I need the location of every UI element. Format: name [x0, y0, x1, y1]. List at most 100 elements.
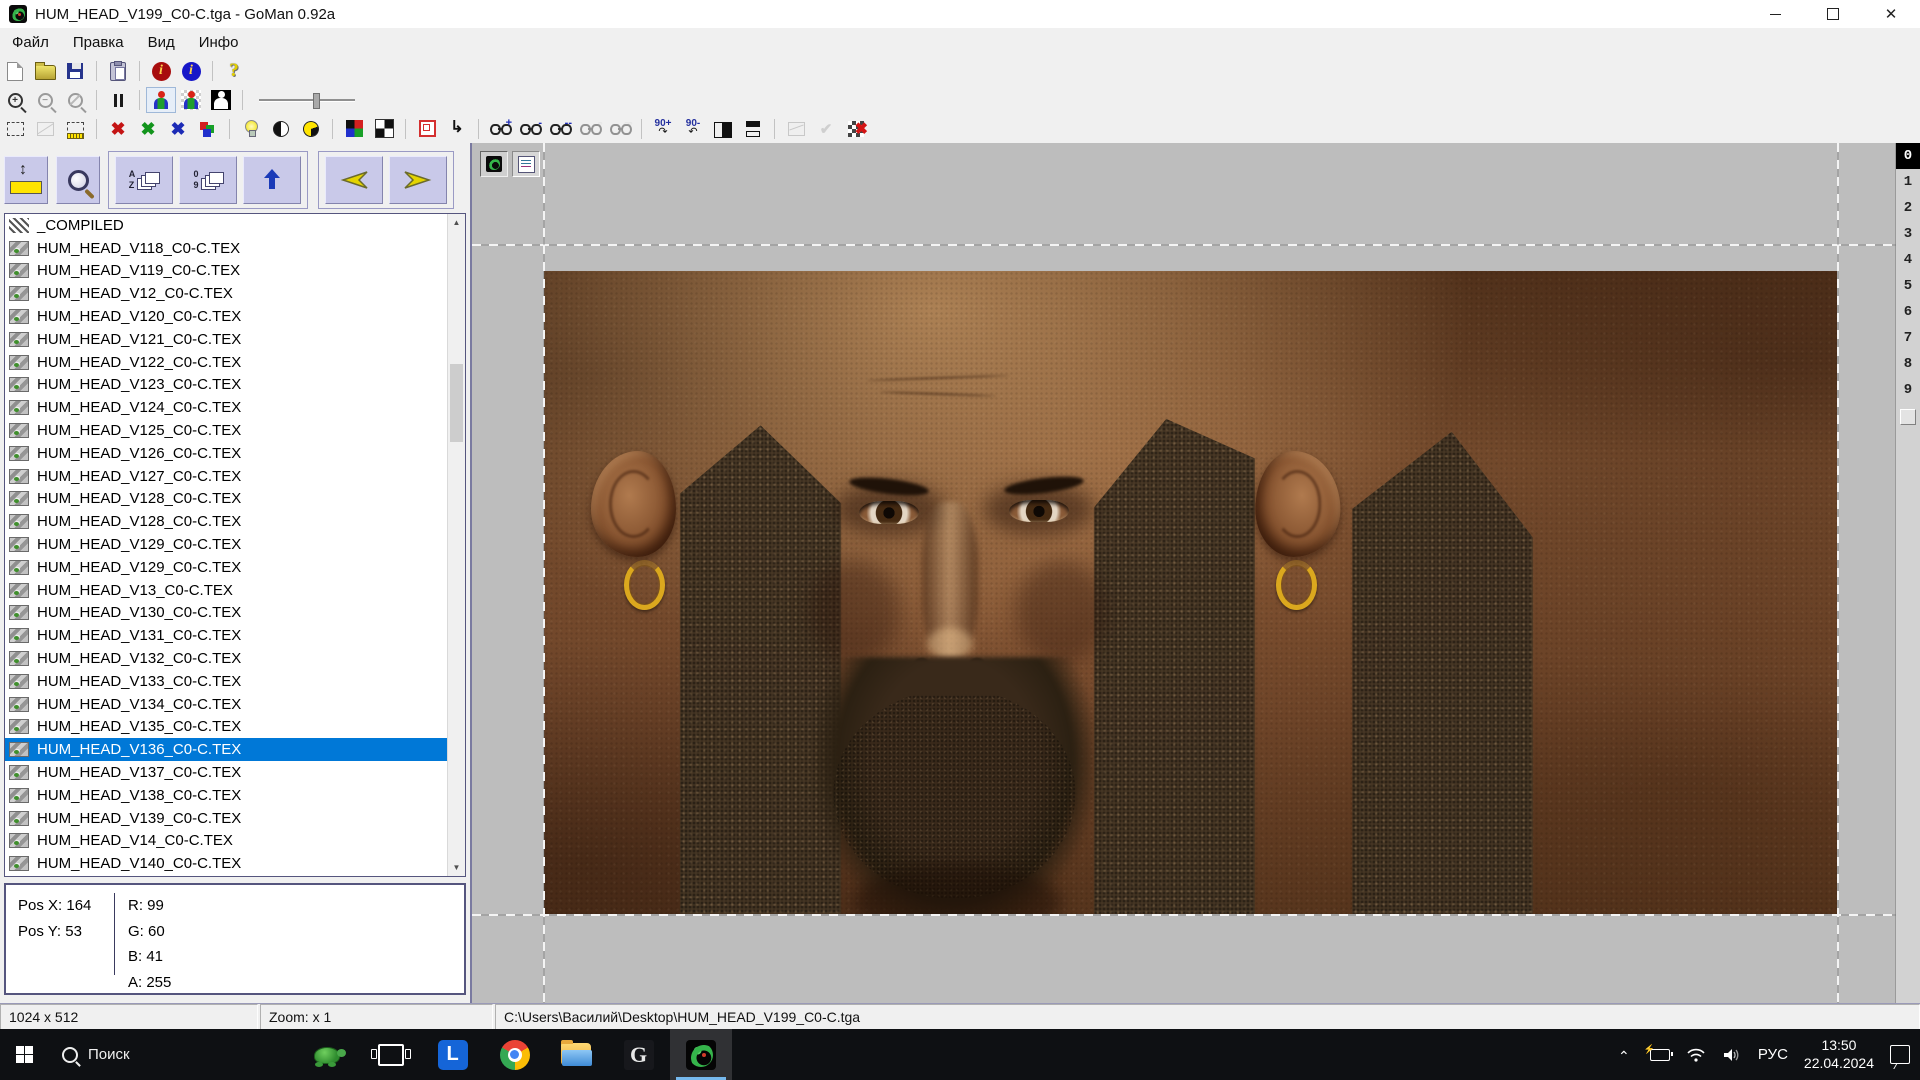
view-alpha-blend-button[interactable] [177, 88, 205, 112]
mirror-horizontal-button[interactable] [709, 117, 737, 141]
delete-red-channel-button[interactable]: ✖ [104, 117, 132, 141]
list-item[interactable]: HUM_HEAD_V122_C0-C.TEX [5, 351, 448, 374]
taskbar-app-turtle[interactable] [298, 1029, 360, 1080]
mip-level-7[interactable]: 7 [1896, 325, 1920, 351]
menu-edit[interactable]: Правка [61, 30, 136, 55]
list-item[interactable]: HUM_HEAD_V128_C0-C.TEX [5, 510, 448, 533]
tab-info-view[interactable] [512, 151, 540, 177]
taskbar-app-goman[interactable] [670, 1029, 732, 1080]
brightness-button[interactable] [237, 117, 265, 141]
menu-file[interactable]: Файл [0, 30, 61, 55]
mip-level-5[interactable]: 5 [1896, 273, 1920, 299]
start-button[interactable] [0, 1029, 48, 1080]
move-up-button[interactable] [243, 156, 301, 204]
minimize-button[interactable] [1746, 0, 1804, 28]
next-texture-button[interactable] [389, 156, 447, 204]
action-center-button[interactable] [1890, 1045, 1910, 1065]
list-item[interactable]: HUM_HEAD_V119_C0-C.TEX [5, 260, 448, 283]
info-blue-button[interactable]: i [177, 59, 205, 83]
list-item[interactable]: HUM_HEAD_V123_C0-C.TEX [5, 374, 448, 397]
taskbar-search[interactable]: Поиск [48, 1029, 148, 1080]
zoom-in-button[interactable]: + [1, 88, 29, 112]
taskbar-task-view[interactable] [360, 1029, 422, 1080]
texture-preview[interactable] [544, 271, 1837, 914]
mip-level-2[interactable]: 2 [1896, 195, 1920, 221]
taskbar-file-explorer[interactable] [546, 1029, 608, 1080]
taskbar-clock[interactable]: 13:50 22.04.2024 [1804, 1037, 1874, 1072]
list-item[interactable]: HUM_HEAD_V13_C0-C.TEX [5, 579, 448, 602]
sort-numeric-button[interactable]: 09 [179, 156, 237, 204]
select-ruler-button[interactable] [61, 117, 89, 141]
contrast-button[interactable] [267, 117, 295, 141]
list-item[interactable]: HUM_HEAD_V129_C0-C.TEX [5, 533, 448, 556]
list-item[interactable]: HUM_HEAD_V125_C0-C.TEX [5, 419, 448, 442]
close-button[interactable]: ✕ [1862, 0, 1920, 28]
list-item-selected[interactable]: HUM_HEAD_V136_C0-C.TEX [5, 738, 448, 761]
list-item[interactable]: HUM_HEAD_V124_C0-C.TEX [5, 396, 448, 419]
mip-remove-button[interactable]: - [516, 117, 544, 141]
info-red-button[interactable]: i [147, 59, 175, 83]
rotate-ccw-button[interactable]: 90-↶ [679, 117, 707, 141]
mip-add-button[interactable]: + [486, 117, 514, 141]
open-file-button[interactable] [31, 59, 59, 83]
volume-status[interactable] [1722, 1045, 1742, 1065]
alpha-slider[interactable] [259, 93, 355, 107]
folder-header-row[interactable]: _COMPILED [5, 214, 448, 237]
previous-texture-button[interactable] [325, 156, 383, 204]
delete-blue-channel-button[interactable]: ✖ [164, 117, 192, 141]
list-item[interactable]: HUM_HEAD_V127_C0-C.TEX [5, 465, 448, 488]
list-item[interactable]: HUM_HEAD_V130_C0-C.TEX [5, 602, 448, 625]
list-item[interactable]: HUM_HEAD_V14_C0-C.TEX [5, 830, 448, 853]
resize-button[interactable] [4, 156, 48, 204]
maximize-button[interactable] [1804, 0, 1862, 28]
select-rect-button[interactable] [1, 117, 29, 141]
gamma-button[interactable] [297, 117, 325, 141]
rotate-cw-button[interactable]: 90+↷ [649, 117, 677, 141]
list-item[interactable]: HUM_HEAD_V132_C0-C.TEX [5, 647, 448, 670]
battery-status[interactable] [1650, 1045, 1670, 1065]
channels-button[interactable] [194, 117, 222, 141]
list-item[interactable]: HUM_HEAD_V12_C0-C.TEX [5, 282, 448, 305]
list-item[interactable]: HUM_HEAD_V138_C0-C.TEX [5, 784, 448, 807]
invert-bw-button[interactable] [370, 117, 398, 141]
network-status[interactable] [1686, 1045, 1706, 1065]
file-list-scrollbar[interactable]: ▲ ▼ [447, 214, 465, 876]
list-item[interactable]: HUM_HEAD_V126_C0-C.TEX [5, 442, 448, 465]
list-item[interactable]: HUM_HEAD_V128_C0-C.TEX [5, 488, 448, 511]
list-item[interactable]: HUM_HEAD_V135_C0-C.TEX [5, 716, 448, 739]
pause-button[interactable] [104, 88, 132, 112]
sort-az-button[interactable]: AZ [115, 156, 173, 204]
list-item[interactable]: HUM_HEAD_V120_C0-C.TEX [5, 305, 448, 328]
list-item[interactable]: HUM_HEAD_V121_C0-C.TEX [5, 328, 448, 351]
menu-view[interactable]: Вид [136, 30, 187, 55]
mip-remove-all-button[interactable]: -- [546, 117, 574, 141]
delete-green-channel-button[interactable]: ✖ [134, 117, 162, 141]
taskbar-app-chrome[interactable] [484, 1029, 546, 1080]
menu-info[interactable]: Инфо [187, 30, 251, 55]
mip-handle[interactable] [1900, 409, 1916, 425]
slider-handle[interactable] [313, 93, 320, 109]
list-item[interactable]: HUM_HEAD_V139_C0-C.TEX [5, 807, 448, 830]
scroll-up-arrow[interactable]: ▲ [448, 214, 465, 231]
delete-alpha-button[interactable] [842, 117, 870, 141]
mip-level-1[interactable]: 1 [1896, 169, 1920, 195]
paste-button[interactable] [104, 59, 132, 83]
hidden-icons-button[interactable]: ⌃ [1614, 1045, 1634, 1065]
border-button[interactable] [413, 117, 441, 141]
list-item[interactable]: HUM_HEAD_V133_C0-C.TEX [5, 670, 448, 693]
list-item[interactable]: HUM_HEAD_V137_C0-C.TEX [5, 761, 448, 784]
view-alpha-button[interactable] [207, 88, 235, 112]
crop-button[interactable]: ↳ [443, 117, 471, 141]
taskbar-app-l[interactable]: L [422, 1029, 484, 1080]
mip-level-0[interactable]: 0 [1896, 143, 1920, 169]
texture-canvas[interactable] [472, 143, 1896, 1003]
mip-level-8[interactable]: 8 [1896, 351, 1920, 377]
list-item[interactable]: HUM_HEAD_V134_C0-C.TEX [5, 693, 448, 716]
mip-level-6[interactable]: 6 [1896, 299, 1920, 325]
scroll-down-arrow[interactable]: ▼ [448, 859, 465, 876]
view-rgb-button[interactable] [147, 88, 175, 112]
mip-level-4[interactable]: 4 [1896, 247, 1920, 273]
list-item[interactable]: HUM_HEAD_V140_C0-C.TEX [5, 852, 448, 875]
list-item[interactable]: HUM_HEAD_V131_C0-C.TEX [5, 624, 448, 647]
help-button[interactable]: ? [220, 59, 248, 83]
